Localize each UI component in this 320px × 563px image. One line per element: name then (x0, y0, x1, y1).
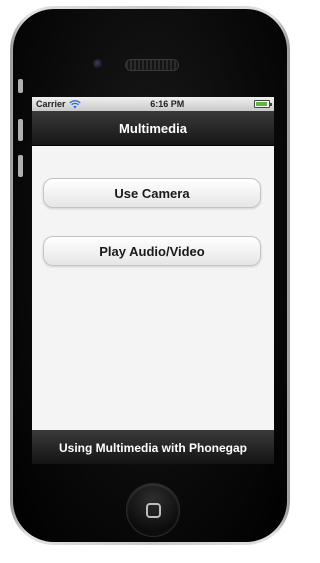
use-camera-button[interactable]: Use Camera (43, 178, 261, 208)
screen: Carrier 6:16 PM Multimedia Use Camera Pl… (32, 97, 274, 464)
status-bar: Carrier 6:16 PM (32, 97, 274, 111)
nav-bar: Multimedia (32, 111, 274, 146)
mute-switch (18, 79, 23, 93)
volume-up-button (18, 119, 23, 141)
carrier-group: Carrier (36, 99, 81, 109)
home-button-icon[interactable] (126, 483, 180, 537)
carrier-label: Carrier (36, 99, 66, 109)
battery-fill (255, 102, 267, 106)
battery-nub (269, 103, 272, 106)
front-camera-icon (93, 59, 103, 69)
footer-bar: Using Multimedia with Phonegap (32, 430, 274, 464)
phone-body: Carrier 6:16 PM Multimedia Use Camera Pl… (13, 9, 287, 542)
main-content: Use Camera Play Audio/Video (32, 146, 274, 430)
play-audio-video-button[interactable]: Play Audio/Video (43, 236, 261, 266)
wifi-icon (68, 99, 81, 108)
battery-icon (253, 100, 272, 108)
page-title: Multimedia (119, 120, 187, 136)
home-square-glyph (145, 502, 161, 518)
volume-down-button (18, 155, 23, 177)
footer-text: Using Multimedia with Phonegap (58, 440, 247, 455)
phone-frame: Carrier 6:16 PM Multimedia Use Camera Pl… (10, 6, 290, 545)
earpiece-speaker-icon (125, 59, 179, 71)
status-time: 6:16 PM (150, 99, 185, 109)
